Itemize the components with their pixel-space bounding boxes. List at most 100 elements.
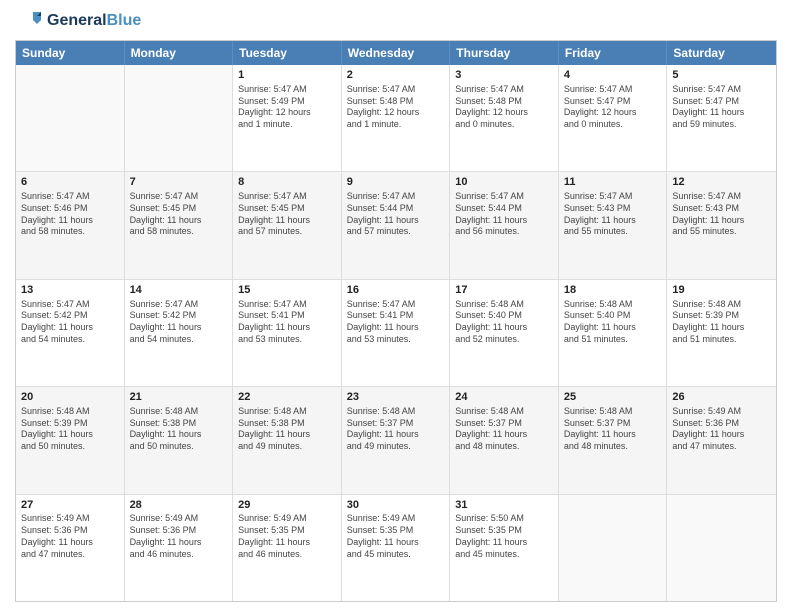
day-info-text: Sunrise: 5:47 AM — [238, 84, 336, 96]
day-info-text: Sunset: 5:35 PM — [238, 525, 336, 537]
calendar-day-cell: 7Sunrise: 5:47 AMSunset: 5:45 PMDaylight… — [125, 172, 234, 278]
day-number: 19 — [672, 283, 771, 298]
day-info-text: Daylight: 11 hours — [130, 429, 228, 441]
day-info-text: Sunset: 5:39 PM — [21, 418, 119, 430]
calendar-header-day: Wednesday — [342, 41, 451, 65]
day-info-text: Daylight: 11 hours — [347, 429, 445, 441]
day-info-text: Sunrise: 5:49 AM — [347, 513, 445, 525]
calendar-day-cell: 27Sunrise: 5:49 AMSunset: 5:36 PMDayligh… — [16, 495, 125, 601]
calendar-body: 1Sunrise: 5:47 AMSunset: 5:49 PMDaylight… — [16, 65, 776, 601]
day-info-text: Sunset: 5:37 PM — [564, 418, 662, 430]
logo: GeneralBlue — [15, 10, 141, 34]
day-info-text: and 57 minutes. — [238, 226, 336, 238]
calendar-day-cell: 20Sunrise: 5:48 AMSunset: 5:39 PMDayligh… — [16, 387, 125, 493]
day-number: 16 — [347, 283, 445, 298]
day-info-text: Daylight: 11 hours — [21, 429, 119, 441]
day-info-text: Daylight: 11 hours — [238, 215, 336, 227]
day-info-text: and 51 minutes. — [672, 334, 771, 346]
day-info-text: Sunrise: 5:47 AM — [347, 191, 445, 203]
logo-svg — [15, 10, 43, 32]
calendar-day-cell: 25Sunrise: 5:48 AMSunset: 5:37 PMDayligh… — [559, 387, 668, 493]
day-info-text: Sunrise: 5:48 AM — [672, 299, 771, 311]
day-info-text: Sunset: 5:36 PM — [672, 418, 771, 430]
day-info-text: Sunset: 5:37 PM — [455, 418, 553, 430]
day-info-text: Sunset: 5:36 PM — [130, 525, 228, 537]
day-info-text: Sunset: 5:46 PM — [21, 203, 119, 215]
day-info-text: and 47 minutes. — [21, 549, 119, 561]
calendar-day-cell: 30Sunrise: 5:49 AMSunset: 5:35 PMDayligh… — [342, 495, 451, 601]
calendar-day-cell: 5Sunrise: 5:47 AMSunset: 5:47 PMDaylight… — [667, 65, 776, 171]
day-number: 13 — [21, 283, 119, 298]
day-info-text: Sunrise: 5:47 AM — [130, 299, 228, 311]
day-info-text: Sunset: 5:45 PM — [238, 203, 336, 215]
day-info-text: Sunrise: 5:48 AM — [564, 299, 662, 311]
day-info-text: Sunset: 5:41 PM — [238, 310, 336, 322]
calendar-day-cell: 22Sunrise: 5:48 AMSunset: 5:38 PMDayligh… — [233, 387, 342, 493]
day-info-text: Sunrise: 5:49 AM — [130, 513, 228, 525]
day-info-text: Sunrise: 5:47 AM — [21, 299, 119, 311]
day-info-text: and 1 minute. — [347, 119, 445, 131]
calendar-day-cell: 4Sunrise: 5:47 AMSunset: 5:47 PMDaylight… — [559, 65, 668, 171]
day-info-text: Sunrise: 5:50 AM — [455, 513, 553, 525]
day-info-text: Sunrise: 5:49 AM — [672, 406, 771, 418]
day-number: 4 — [564, 68, 662, 83]
calendar-day-cell — [125, 65, 234, 171]
day-info-text: Sunset: 5:42 PM — [21, 310, 119, 322]
day-info-text: Sunset: 5:35 PM — [455, 525, 553, 537]
day-info-text: and 51 minutes. — [564, 334, 662, 346]
calendar-header-day: Thursday — [450, 41, 559, 65]
day-info-text: Daylight: 11 hours — [672, 215, 771, 227]
day-info-text: and 50 minutes. — [130, 441, 228, 453]
day-number: 9 — [347, 175, 445, 190]
calendar-day-cell: 16Sunrise: 5:47 AMSunset: 5:41 PMDayligh… — [342, 280, 451, 386]
day-info-text: Daylight: 11 hours — [347, 215, 445, 227]
day-number: 29 — [238, 498, 336, 513]
day-number: 5 — [672, 68, 771, 83]
day-info-text: Sunrise: 5:47 AM — [564, 191, 662, 203]
day-number: 31 — [455, 498, 553, 513]
day-info-text: and 58 minutes. — [130, 226, 228, 238]
day-info-text: and 54 minutes. — [21, 334, 119, 346]
day-info-text: and 45 minutes. — [347, 549, 445, 561]
day-info-text: Daylight: 11 hours — [564, 322, 662, 334]
day-info-text: Daylight: 11 hours — [455, 215, 553, 227]
calendar-day-cell: 3Sunrise: 5:47 AMSunset: 5:48 PMDaylight… — [450, 65, 559, 171]
day-number: 24 — [455, 390, 553, 405]
day-number: 8 — [238, 175, 336, 190]
day-number: 23 — [347, 390, 445, 405]
calendar-day-cell: 15Sunrise: 5:47 AMSunset: 5:41 PMDayligh… — [233, 280, 342, 386]
day-info-text: and 48 minutes. — [455, 441, 553, 453]
day-info-text: Sunrise: 5:49 AM — [21, 513, 119, 525]
calendar-day-cell — [559, 495, 668, 601]
day-info-text: Daylight: 11 hours — [21, 322, 119, 334]
calendar-header-row: SundayMondayTuesdayWednesdayThursdayFrid… — [16, 41, 776, 65]
day-info-text: and 59 minutes. — [672, 119, 771, 131]
day-info-text: Sunset: 5:49 PM — [238, 96, 336, 108]
day-info-text: Daylight: 12 hours — [564, 107, 662, 119]
day-info-text: Sunrise: 5:47 AM — [238, 299, 336, 311]
calendar-week-row: 1Sunrise: 5:47 AMSunset: 5:49 PMDaylight… — [16, 65, 776, 171]
day-info-text: Daylight: 11 hours — [130, 537, 228, 549]
day-info-text: Sunset: 5:43 PM — [564, 203, 662, 215]
day-info-text: Sunset: 5:40 PM — [564, 310, 662, 322]
day-info-text: Sunset: 5:48 PM — [455, 96, 553, 108]
day-info-text: Daylight: 11 hours — [21, 537, 119, 549]
day-number: 10 — [455, 175, 553, 190]
calendar-week-row: 27Sunrise: 5:49 AMSunset: 5:36 PMDayligh… — [16, 494, 776, 601]
day-info-text: and 49 minutes. — [347, 441, 445, 453]
day-info-text: and 52 minutes. — [455, 334, 553, 346]
day-info-text: and 53 minutes. — [347, 334, 445, 346]
day-info-text: and 53 minutes. — [238, 334, 336, 346]
day-number: 7 — [130, 175, 228, 190]
day-info-text: Sunset: 5:41 PM — [347, 310, 445, 322]
day-info-text: Daylight: 11 hours — [21, 215, 119, 227]
day-number: 6 — [21, 175, 119, 190]
day-number: 22 — [238, 390, 336, 405]
calendar-day-cell: 17Sunrise: 5:48 AMSunset: 5:40 PMDayligh… — [450, 280, 559, 386]
day-info-text: Sunset: 5:37 PM — [347, 418, 445, 430]
day-info-text: Sunset: 5:35 PM — [347, 525, 445, 537]
day-info-text: Daylight: 12 hours — [347, 107, 445, 119]
day-info-text: Sunrise: 5:48 AM — [455, 406, 553, 418]
day-info-text: Daylight: 11 hours — [564, 215, 662, 227]
calendar: SundayMondayTuesdayWednesdayThursdayFrid… — [15, 40, 777, 602]
